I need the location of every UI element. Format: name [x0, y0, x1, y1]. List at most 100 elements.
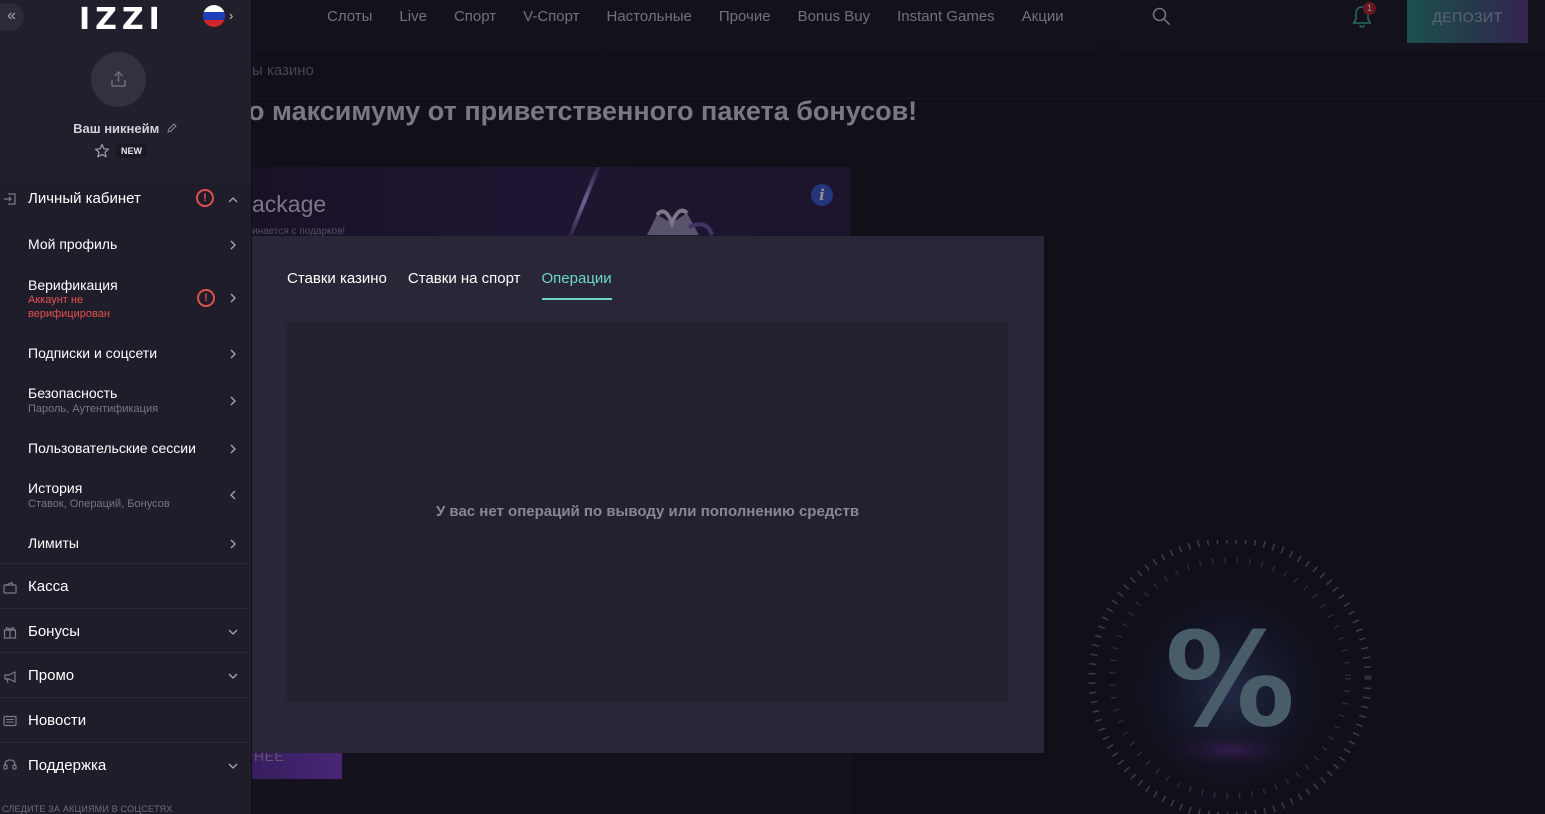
nickname-label: Ваш никнейм	[73, 121, 160, 136]
star-icon	[94, 143, 110, 158]
sidebar-item-label: Бонусы	[28, 623, 81, 640]
divider	[0, 608, 251, 609]
sidebar: « IZZI › Ваш никнейм NEW Личный кабинет …	[0, 0, 251, 814]
sidebar-item-label: Мой профиль	[28, 236, 118, 252]
nav-item-instant-games[interactable]: Instant Games	[897, 8, 995, 25]
light-streak	[565, 167, 603, 245]
sidebar-item-sessions[interactable]: Пользовательские сессии	[0, 434, 251, 464]
chevron-right-icon	[230, 349, 236, 359]
chevron-right-icon	[230, 240, 236, 250]
info-icon[interactable]: i	[811, 184, 833, 206]
promo-banner: ackage инается с подарков! i	[252, 167, 850, 245]
chevron-up-icon[interactable]	[227, 194, 239, 206]
upload-icon	[111, 70, 126, 87]
nav-item-live[interactable]: Live	[399, 8, 427, 25]
tab-casino-bets[interactable]: Ставки казино	[287, 270, 387, 300]
sidebar-item-label: Личный кабинет	[28, 190, 141, 207]
sidebar-item-cashier[interactable]: Касса	[0, 573, 251, 603]
sidebar-item-sublabel: Ставок, Операций, Бонусов	[28, 498, 170, 510]
pencil-icon[interactable]	[166, 122, 178, 134]
sidebar-item-limits[interactable]: Лимиты	[0, 529, 251, 559]
app-root: { "header": { "nav": ["Слоты", "Live", "…	[0, 0, 1545, 814]
nav-item-sport[interactable]: Спорт	[454, 8, 496, 25]
sidebar-item-label: Лимиты	[28, 535, 79, 551]
sidebar-item-label: Касса	[28, 578, 69, 595]
warning-icon: !	[197, 289, 215, 307]
chevron-right-icon	[230, 539, 236, 549]
sidebar-item-support[interactable]: Поддержка	[0, 751, 251, 781]
level-badge-row: NEW	[94, 143, 147, 159]
wallet-icon	[3, 581, 17, 594]
sidebar-item-label: Новости	[28, 712, 87, 729]
chevron-right-icon[interactable]: ›	[229, 8, 233, 23]
divider	[0, 697, 251, 698]
divider	[0, 742, 251, 743]
sidebar-item-label: Пользовательские сессии	[28, 440, 196, 456]
history-tabs: Ставки казино Ставки на спорт Операции	[287, 270, 612, 300]
sidebar-item-subscriptions[interactable]: Подписки и соцсети	[0, 339, 251, 369]
chevron-down-icon	[228, 673, 238, 679]
level-badge: NEW	[116, 144, 147, 158]
sidebar-item-history[interactable]: История Ставок, Операций, Бонусов	[0, 476, 251, 514]
chevron-left-icon	[230, 490, 236, 500]
nickname[interactable]: Ваш никнейм	[0, 121, 251, 136]
nav-item-bonus-buy[interactable]: Bonus Buy	[798, 8, 871, 25]
chevron-right-icon	[230, 293, 236, 303]
sidebar-item-label: Верификация	[28, 277, 118, 293]
logo[interactable]: IZZI	[79, 2, 165, 37]
tab-operations[interactable]: Операции	[541, 270, 612, 300]
nav-divider	[252, 44, 600, 50]
sidebar-item-verification[interactable]: Верификация Аккаунт не верифицирован !	[0, 272, 251, 324]
social-footer-note: СЛЕДИТЕ ЗА АКЦИЯМИ В СОЦСЕТЯХ	[2, 804, 173, 814]
empty-state-message: У вас нет операций по выводу или пополне…	[435, 503, 860, 520]
verification-status: Аккаунт не верифицирован	[28, 294, 110, 320]
chevron-down-icon	[228, 629, 238, 635]
sidebar-item-label: Подписки и соцсети	[28, 345, 158, 361]
divider	[0, 563, 251, 564]
sidebar-item-cabinet[interactable]: Личный кабинет !	[0, 185, 251, 215]
percent-promo-graphic: %	[1085, 536, 1375, 814]
chevron-right-icon	[230, 396, 236, 406]
page-title: о максимуму от приветственного пакета бо…	[248, 96, 918, 126]
avatar-upload-button[interactable]	[91, 52, 146, 107]
breadcrumb[interactable]: ы казино	[252, 62, 314, 79]
nav-item-slots[interactable]: Слоты	[327, 8, 372, 25]
sidebar-item-profile[interactable]: Мой профиль	[0, 230, 251, 260]
search-icon[interactable]	[1151, 6, 1171, 26]
chevron-down-icon	[228, 763, 238, 769]
nav-item-v-sport[interactable]: V-Спорт	[523, 8, 579, 25]
divider	[0, 652, 251, 653]
notification-count-badge: 1	[1363, 2, 1376, 15]
russian-flag-icon[interactable]	[203, 5, 225, 27]
percent-symbol: %	[1165, 604, 1295, 756]
gift-icon	[647, 208, 714, 236]
sidebar-item-news[interactable]: Новости	[0, 706, 251, 736]
nav-item-other[interactable]: Прочие	[719, 8, 771, 25]
chevron-right-icon	[230, 444, 236, 454]
sidebar-item-security[interactable]: Безопасность Пароль, Аутентификация	[0, 381, 251, 419]
sidebar-item-label: История	[28, 480, 83, 496]
sidebar-item-sublabel: Пароль, Аутентификация	[28, 403, 159, 415]
megaphone-icon	[4, 671, 16, 684]
gift-icon	[3, 627, 17, 639]
login-icon	[4, 193, 16, 205]
main-nav: Слоты Live Спорт V-Спорт Настольные Проч…	[327, 0, 1064, 32]
operations-panel: У вас нет операций по выводу или пополне…	[287, 322, 1008, 702]
sidebar-item-label: Безопасность	[28, 385, 118, 401]
history-modal: Ставки казино Ставки на спорт Операции У…	[252, 236, 1044, 753]
sidebar-item-label: Промо	[28, 667, 75, 684]
promo-title: ackage	[252, 191, 327, 217]
newspaper-icon	[3, 715, 17, 727]
nav-item-table-games[interactable]: Настольные	[607, 8, 692, 25]
warning-icon: !	[196, 189, 214, 207]
sidebar-item-bonuses[interactable]: Бонусы	[0, 617, 251, 647]
tab-sport-bets[interactable]: Ставки на спорт	[408, 270, 521, 300]
nav-divider	[603, 44, 1100, 50]
headset-icon	[3, 759, 17, 770]
deposit-button[interactable]: ДЕПОЗИТ	[1407, 0, 1528, 43]
percent-wheel-icon: %	[1088, 536, 1372, 814]
nav-item-promotions[interactable]: Акции	[1022, 8, 1064, 25]
nav-divider	[1118, 44, 1545, 50]
sidebar-item-label: Поддержка	[28, 757, 107, 774]
sidebar-item-promo[interactable]: Промо	[0, 662, 251, 692]
